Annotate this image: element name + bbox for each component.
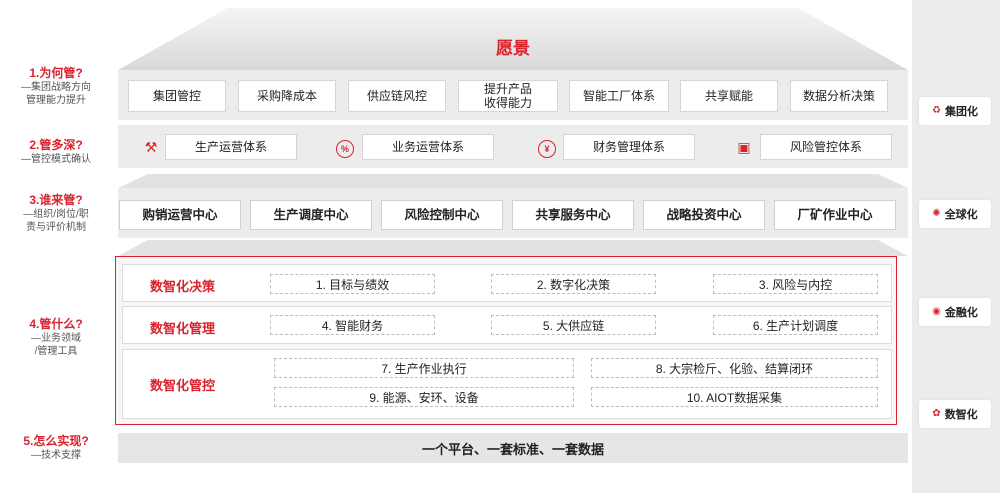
yen-circle-icon: ¥ [538, 140, 556, 158]
strategy-item: 采购降成本 [238, 80, 336, 112]
tag-global: ✺ 全球化 [919, 200, 991, 228]
tag-group: ♻ 集团化 [919, 97, 991, 125]
strategy-item: 共享赋能 [680, 80, 778, 112]
platform-base: 一个平台、一套标准、一套数据 [118, 433, 908, 463]
strategy-item: 智能工厂体系 [569, 80, 669, 112]
strategy-item: 提升产品 收得能力 [458, 80, 558, 112]
row-label: 数智化管控 [150, 378, 216, 393]
system-item: 财务管理体系 [563, 134, 695, 160]
row-label: 数智化管理 [150, 321, 216, 336]
tag-finance: ◉ 金融化 [919, 298, 991, 326]
control-item: 9. 能源、安环、设备 [274, 387, 574, 407]
coin-stack-icon: ◉ [932, 306, 941, 317]
system-item: 业务运营体系 [362, 134, 494, 160]
question-what: 4.管什么? —业务领域 /管理工具 [29, 317, 83, 357]
center-item: 共享服务中心 [512, 200, 634, 230]
center-item: 战略投资中心 [643, 200, 765, 230]
control-item: 8. 大宗检斤、化验、结算闭环 [591, 358, 878, 378]
system-item: 生产运营体系 [165, 134, 297, 160]
control-item: 10. AIOT数据采集 [591, 387, 878, 407]
strategy-item: 供应链风控 [348, 80, 446, 112]
layer-cap [118, 240, 908, 256]
system-item: 风险管控体系 [760, 134, 892, 160]
management-item: 5. 大供应链 [491, 315, 656, 335]
robot-arm-icon: ⚒ [144, 139, 158, 155]
decision-item: 3. 风险与内控 [713, 274, 878, 294]
control-item: 7. 生产作业执行 [274, 358, 574, 378]
center-item: 厂矿作业中心 [774, 200, 896, 230]
monitor-chart-icon: ▣ [737, 139, 751, 155]
decision-item: 2. 数字化决策 [491, 274, 656, 294]
center-item: 购销运营中心 [119, 200, 241, 230]
question-how-deep: 2.管多深? —管控模式确认 [21, 138, 91, 165]
globe-icon: ✺ [932, 208, 941, 219]
question-why: 1.为何管? —集团战略方向 管理能力提升 [21, 66, 91, 106]
management-item: 6. 生产计划调度 [713, 315, 878, 335]
center-item: 风险控制中心 [381, 200, 503, 230]
layer-cap [118, 174, 908, 188]
strategy-item: 集团管控 [128, 80, 226, 112]
vision-title: 愿景 [496, 39, 530, 58]
question-how-implement: 5.怎么实现? —技术支撑 [23, 434, 89, 461]
row-label: 数智化决策 [150, 279, 216, 294]
center-item: 生产调度中心 [250, 200, 372, 230]
management-item: 4. 智能财务 [270, 315, 435, 335]
tag-digital: ✿ 数智化 [919, 400, 991, 428]
question-who: 3.谁来管? —组织/岗位/职 责与评价机制 [23, 193, 89, 233]
percent-badge-icon: % [336, 140, 354, 158]
group-icon: ♻ [932, 105, 941, 116]
strategy-item: 数据分析决策 [790, 80, 888, 112]
decision-item: 1. 目标与绩效 [270, 274, 435, 294]
network-icon: ✿ [932, 408, 941, 419]
